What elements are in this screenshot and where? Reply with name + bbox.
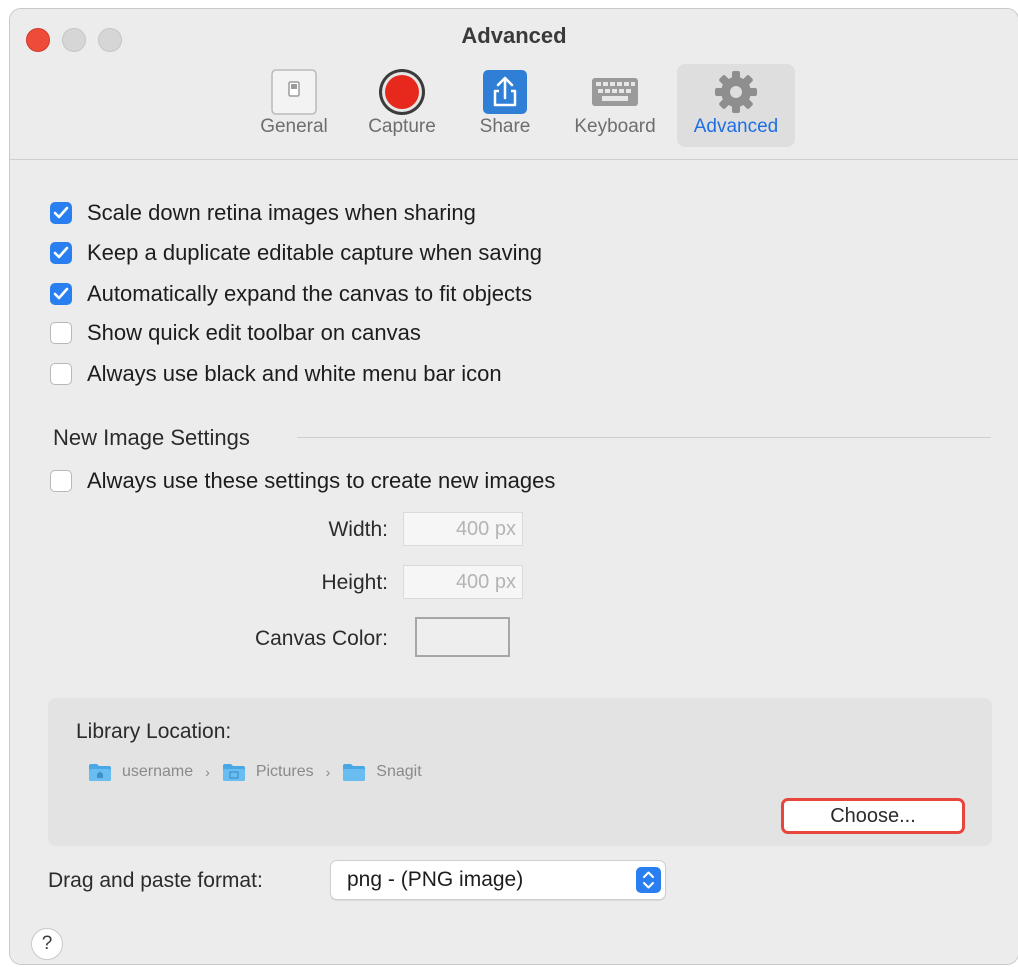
title-bar: Advanced General Capture Share Keyboard … (10, 9, 1018, 160)
option-quick-edit-toolbar[interactable]: Show quick edit toolbar on canvas (50, 318, 421, 348)
help-button[interactable]: ? (31, 928, 63, 960)
option-label: Automatically expand the canvas to fit o… (87, 281, 533, 306)
drag-paste-format-value: png - (PNG image) (347, 868, 524, 891)
drag-paste-format-select[interactable]: png - (PNG image) (330, 860, 666, 900)
width-field[interactable]: 400 px (403, 512, 523, 546)
tab-keyboard[interactable]: Keyboard (562, 64, 668, 147)
tab-general-label: General (260, 116, 328, 137)
option-label: Scale down retina images when sharing (87, 200, 476, 225)
new-image-settings-heading: New Image Settings (53, 425, 250, 450)
window-title: Advanced (461, 23, 567, 48)
checkbox-checked[interactable] (50, 202, 72, 224)
canvas-color-label: Canvas Color: (254, 627, 388, 650)
path-segment-username: username (122, 763, 194, 780)
tab-advanced[interactable]: Advanced (677, 64, 795, 147)
checkbox-unchecked[interactable] (50, 322, 72, 344)
general-switch-icon (269, 68, 319, 116)
drag-paste-format-label: Drag and paste format: (48, 869, 263, 892)
tab-keyboard-label: Keyboard (574, 116, 656, 137)
option-auto-expand-canvas[interactable]: Automatically expand the canvas to fit o… (50, 279, 532, 309)
option-always-use-settings[interactable]: Always use these settings to create new … (50, 466, 555, 496)
snagit-folder-icon (343, 764, 366, 781)
keyboard-icon (590, 68, 640, 116)
checkmark-icon (53, 246, 69, 259)
option-scale-down-retina[interactable]: Scale down retina images when sharing (50, 198, 476, 228)
option-label: Always use these settings to create new … (87, 468, 556, 493)
checkmark-icon (53, 206, 69, 219)
height-label: Height: (321, 571, 388, 594)
checkmark-icon (53, 287, 69, 300)
library-path: username › Pictures › Snagit (88, 762, 422, 782)
library-location-label: Library Location: (76, 720, 232, 743)
tab-capture-label: Capture (368, 116, 436, 137)
tab-capture[interactable]: Capture (352, 64, 452, 147)
preferences-window: Advanced General Capture Share Keyboard … (9, 8, 1018, 965)
tab-general[interactable]: General (248, 64, 340, 147)
library-location-panel: Library Location: username › Pictures › (48, 698, 992, 846)
pictures-folder-icon (222, 764, 245, 781)
option-keep-duplicate[interactable]: Keep a duplicate editable capture when s… (50, 238, 542, 268)
option-label: Show quick edit toolbar on canvas (87, 320, 421, 345)
checkbox-unchecked[interactable] (50, 470, 72, 492)
option-bw-menu-icon[interactable]: Always use black and white menu bar icon (50, 359, 502, 389)
path-separator-chevron-icon: › (325, 764, 331, 780)
choose-library-button[interactable]: Choose... (781, 798, 965, 834)
option-label: Always use black and white menu bar icon (87, 361, 502, 386)
checkbox-checked[interactable] (50, 242, 72, 264)
height-field[interactable]: 400 px (403, 565, 523, 599)
home-folder-icon (89, 764, 111, 781)
checkbox-unchecked[interactable] (50, 363, 72, 385)
select-arrows-icon (636, 867, 661, 893)
option-label: Keep a duplicate editable capture when s… (87, 240, 542, 265)
checkbox-checked[interactable] (50, 283, 72, 305)
gear-icon (711, 68, 761, 116)
advanced-pane: Scale down retina images when sharing Ke… (10, 160, 1018, 964)
capture-record-icon (377, 68, 427, 116)
tab-advanced-label: Advanced (693, 116, 779, 137)
path-segment-pictures: Pictures (255, 763, 314, 780)
path-segment-snagit: Snagit (376, 763, 422, 780)
tab-share-label: Share (479, 116, 531, 137)
path-separator-chevron-icon: › (205, 764, 210, 780)
canvas-color-well[interactable] (415, 617, 510, 657)
tab-share[interactable]: Share (462, 64, 548, 147)
section-divider (297, 437, 991, 438)
width-label: Width: (328, 518, 388, 541)
share-icon (480, 68, 530, 116)
